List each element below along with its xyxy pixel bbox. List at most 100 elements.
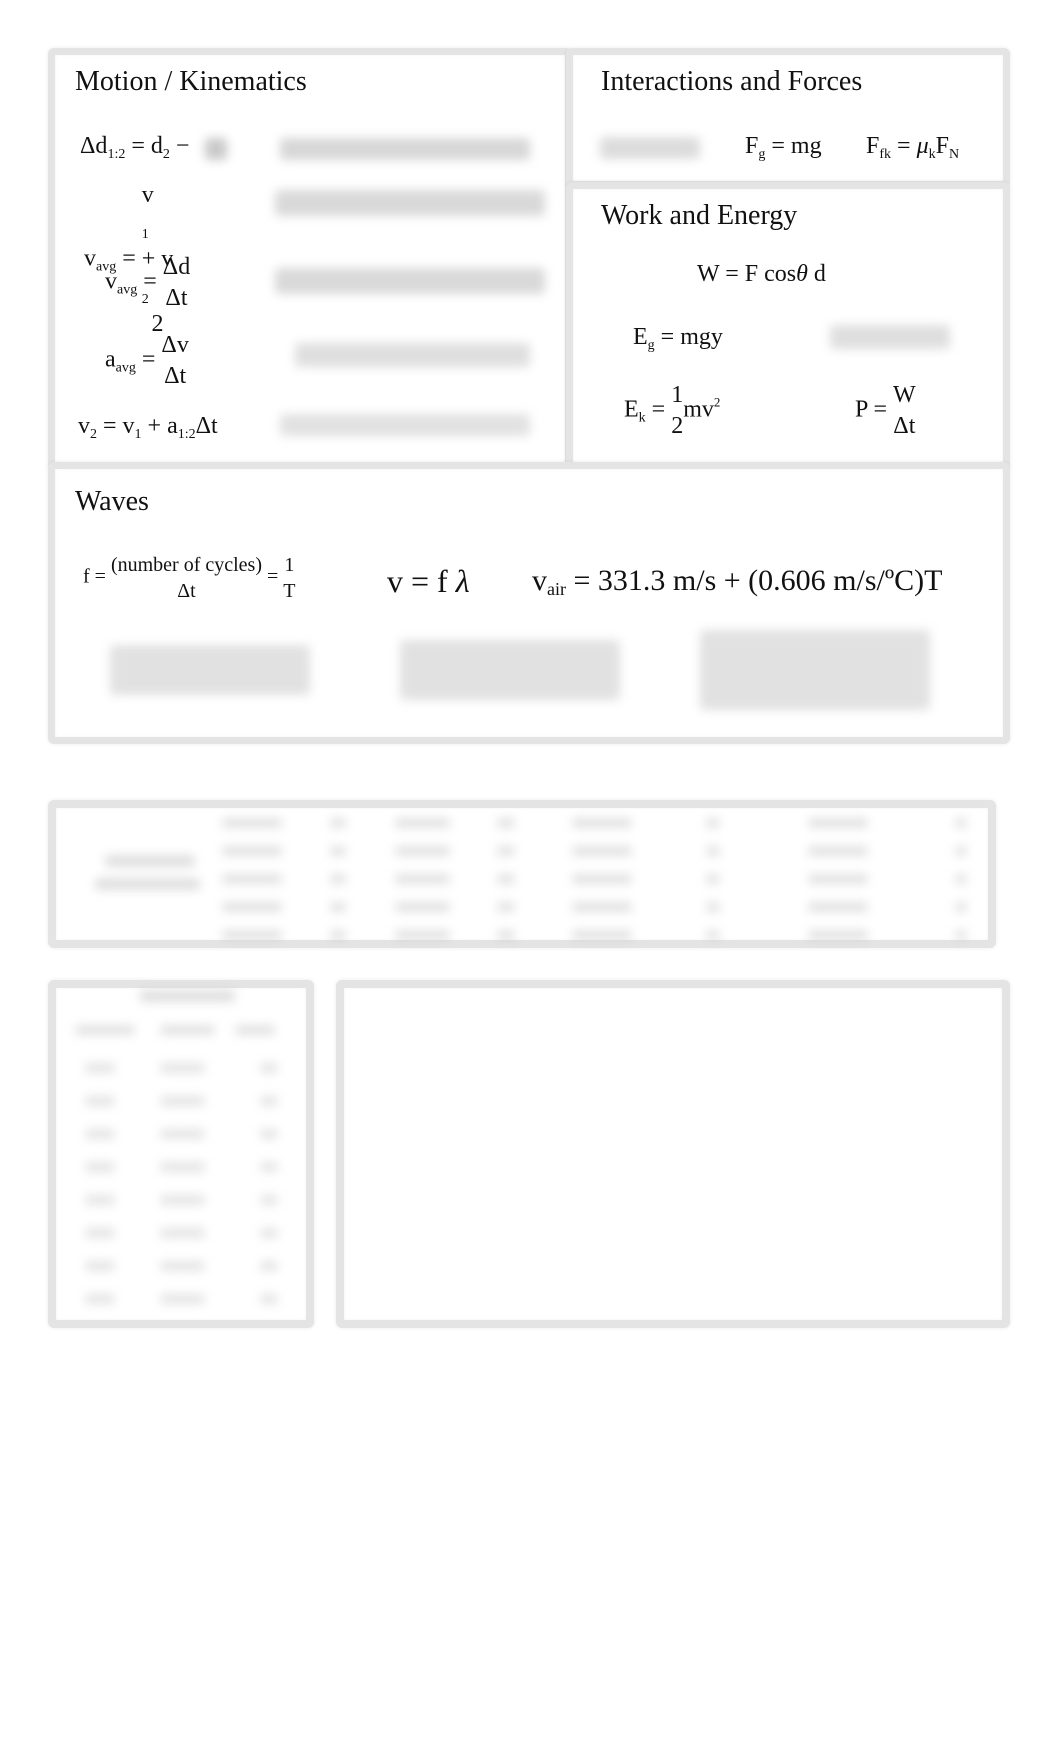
obscured-cell — [160, 1195, 205, 1205]
work-energy-title: Work and Energy — [601, 200, 798, 231]
power-equation: P = W Δt — [855, 380, 916, 442]
obscured-equation — [700, 630, 930, 710]
obscured-cell — [260, 1228, 278, 1238]
obscured-cell — [75, 1025, 135, 1035]
obscured-cell — [572, 902, 632, 912]
obscured-cell — [222, 818, 282, 828]
speed-of-sound-air-equation: vair = 331.3 m/s + (0.606 m/s/ºC)T — [532, 564, 943, 599]
gravity-force-equation: Fg = mg — [745, 133, 822, 162]
obscured-cell — [497, 902, 515, 912]
obscured-cell — [260, 1096, 278, 1106]
obscured-cell — [85, 1228, 115, 1238]
obscured-cell — [222, 846, 282, 856]
motion-kinematics-title: Motion / Kinematics — [75, 66, 307, 97]
obscured-cell — [808, 930, 868, 940]
obscured-cell — [572, 846, 632, 856]
displacement-equation: Δd1:2 = d2 − — [80, 133, 190, 162]
fraction: Δv Δt — [161, 332, 189, 390]
wave-speed-equation: v = f λ — [387, 563, 470, 599]
obscured-cell — [808, 902, 868, 912]
obscured-cell — [572, 874, 632, 884]
obscured-cell — [706, 902, 720, 912]
obscured-cell — [808, 818, 868, 828]
obscured-cell — [260, 1195, 278, 1205]
obscured-cell — [222, 902, 282, 912]
fraction: Δd Δt — [162, 254, 191, 312]
obscured-cell — [706, 930, 720, 940]
fraction: (number of cycles) Δt — [110, 554, 262, 602]
obscured-cell — [395, 902, 450, 912]
obscured-cell — [706, 818, 720, 828]
obscured-cell — [330, 846, 346, 856]
obscured-cell — [85, 1195, 115, 1205]
obscured-cell — [395, 846, 450, 856]
kinetic-energy-equation: Ek = 1 2 mv2 — [624, 380, 720, 442]
obscured-cell — [260, 1063, 278, 1073]
obscured-equation — [295, 343, 530, 367]
obscured-cell — [235, 1025, 275, 1035]
empty-notes-panel — [336, 980, 1010, 1328]
obscured-cell — [955, 902, 967, 912]
obscured-cell — [955, 930, 967, 940]
obscured-equation — [275, 268, 545, 294]
obscured-equation — [280, 414, 530, 436]
frequency-equation: f = (number of cycles) Δt = 1 T — [83, 554, 296, 602]
obscured-cell — [497, 930, 515, 940]
obscured-cell — [955, 874, 967, 884]
obscured-cell — [160, 1162, 205, 1172]
obscured-cell — [85, 1261, 115, 1271]
obscured-cell — [160, 1228, 205, 1238]
obscured-cell — [497, 818, 515, 828]
obscured-cell — [572, 930, 632, 940]
fraction: W Δt — [893, 382, 916, 440]
obscured-cell — [330, 930, 346, 940]
obscured-cell — [955, 846, 967, 856]
obscured-table-row-label — [95, 878, 200, 890]
kinetic-friction-equation: Ffk = μkFN — [866, 133, 960, 162]
obscured-equation — [600, 137, 700, 159]
obscured-cell — [706, 846, 720, 856]
work-equation: W = F cosθ d — [697, 261, 826, 287]
obscured-equation — [400, 640, 620, 700]
obscured-cell — [160, 1063, 205, 1073]
obscured-cell — [260, 1294, 278, 1304]
fraction: 1 2 — [671, 382, 684, 440]
fraction: 1 T — [283, 554, 296, 602]
obscured-table-row-label — [105, 855, 195, 867]
obscured-cell — [497, 874, 515, 884]
obscured-cell — [808, 874, 868, 884]
obscured-cell — [85, 1294, 115, 1304]
obscured-cell — [395, 874, 450, 884]
average-acceleration-equation: aavg = Δv Δt — [105, 330, 189, 392]
obscured-cell — [955, 818, 967, 828]
obscured-cell — [497, 846, 515, 856]
obscured-equation — [830, 325, 950, 349]
obscured-equation — [205, 138, 227, 160]
obscured-cell — [330, 818, 346, 828]
obscured-equation — [275, 190, 545, 216]
obscured-cell — [395, 818, 450, 828]
obscured-cell — [85, 1096, 115, 1106]
obscured-cell — [85, 1162, 115, 1172]
obscured-cell — [140, 990, 235, 1002]
average-velocity-equation: vavg = Δd Δt — [105, 252, 190, 314]
obscured-cell — [260, 1162, 278, 1172]
final-velocity-equation: v2 = v1 + a1:2Δt — [78, 413, 218, 442]
gravitational-energy-equation: Eg = mgy — [633, 324, 723, 353]
interactions-forces-title: Interactions and Forces — [601, 66, 863, 97]
obscured-cell — [330, 902, 346, 912]
obscured-cell — [222, 930, 282, 940]
waves-title: Waves — [75, 486, 149, 517]
obscured-cell — [260, 1261, 278, 1271]
obscured-cell — [160, 1261, 205, 1271]
obscured-cell — [395, 930, 450, 940]
obscured-cell — [706, 874, 720, 884]
obscured-cell — [572, 818, 632, 828]
obscured-equation — [110, 645, 310, 695]
obscured-cell — [160, 1025, 215, 1035]
obscured-equation — [280, 138, 530, 160]
obscured-cell — [160, 1129, 205, 1139]
obscured-cell — [85, 1129, 115, 1139]
obscured-cell — [260, 1129, 278, 1139]
obscured-cell — [160, 1294, 205, 1304]
